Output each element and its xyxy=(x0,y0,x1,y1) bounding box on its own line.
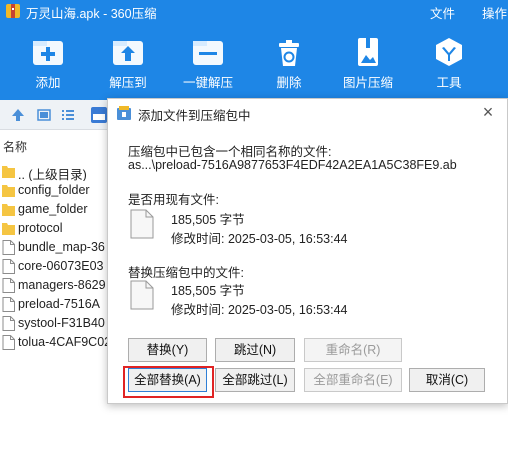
extract-to-button[interactable]: 解压到 xyxy=(88,32,168,92)
extract-to-icon xyxy=(113,41,143,65)
recycle-icon xyxy=(279,40,299,66)
list-item[interactable]: protocol xyxy=(0,219,112,238)
list-item[interactable]: bundle_map-36 xyxy=(0,238,112,257)
file-name: protocol xyxy=(18,221,63,235)
dialog-title-bar: 添加文件到压缩包中 × xyxy=(108,99,507,127)
image-compress-label: 图片压缩 xyxy=(342,76,393,90)
duplicate-file-path: as...\preload-7516A9877653F4EDF42A2EA1A5… xyxy=(128,158,457,172)
list-item[interactable]: tolua-4CAF9C02 xyxy=(0,333,112,352)
folder-icon xyxy=(2,202,15,217)
list-item[interactable]: config_folder xyxy=(0,181,112,200)
replace-file-label: 替换压缩包中的文件: xyxy=(128,266,244,280)
tools-button[interactable]: 工具 xyxy=(409,32,489,92)
file-icon xyxy=(2,297,15,312)
file-icon xyxy=(2,259,15,274)
replace-button[interactable]: 替换(Y) xyxy=(128,338,207,362)
one-click-extract-icon xyxy=(193,41,223,65)
apk-file-icon xyxy=(91,107,107,123)
list-item[interactable]: systool-F31B40 xyxy=(0,314,112,333)
dialog-title: 添加文件到压缩包中 xyxy=(138,109,251,123)
list-item[interactable]: .. (上级目录) xyxy=(0,162,112,181)
rename-button[interactable]: 重命名(R) xyxy=(304,338,402,362)
one-click-extract-button[interactable]: 一键解压 xyxy=(168,32,248,92)
replace-all-highlight xyxy=(123,366,214,398)
app-archive-icon xyxy=(6,4,20,18)
replace-file-time: 修改时间: 2025-03-05, 16:53:44 xyxy=(171,303,348,317)
file-name: preload-7516A xyxy=(18,297,101,311)
title-bar: 万灵山海.apk - 360压缩 文件 操作 xyxy=(0,0,508,22)
file-name: managers-8629 xyxy=(18,278,106,292)
tools-icon xyxy=(436,38,462,66)
file-icon xyxy=(2,278,15,293)
replace-file-dialog: 添加文件到压缩包中 × 压缩包中已包含一个相同名称的文件: as...\prel… xyxy=(107,98,508,404)
file-name: tolua-4CAF9C02 xyxy=(18,335,112,349)
replace-file-icon xyxy=(130,280,154,310)
replace-file-size: 185,505 字节 xyxy=(171,284,245,298)
list-view-icon[interactable] xyxy=(60,107,76,123)
close-icon[interactable]: × xyxy=(479,103,497,121)
menu-operate[interactable]: 操作 xyxy=(482,3,507,22)
column-header-name[interactable]: 名称 xyxy=(0,138,112,158)
file-name: systool-F31B40 xyxy=(18,316,105,330)
file-name: config_folder xyxy=(18,183,90,197)
skip-button[interactable]: 跳过(N) xyxy=(215,338,295,362)
existing-file-icon xyxy=(130,209,154,239)
list-item[interactable]: preload-7516A xyxy=(0,295,112,314)
skip-all-button[interactable]: 全部跳过(L) xyxy=(215,368,295,392)
image-compress-icon xyxy=(358,38,378,66)
cancel-button[interactable]: 取消(C) xyxy=(409,368,485,392)
existing-file-label: 是否用现有文件: xyxy=(128,193,219,207)
file-name: core-06073E03 xyxy=(18,259,104,273)
file-icon xyxy=(2,335,15,350)
folder-icon xyxy=(2,183,15,198)
one-click-extract-label: 一键解压 xyxy=(182,76,233,90)
window-title: 万灵山海.apk - 360压缩 xyxy=(26,7,157,21)
existing-file-time: 修改时间: 2025-03-05, 16:53:44 xyxy=(171,232,348,246)
file-name: bundle_map-36 xyxy=(18,240,105,254)
add-label: 添加 xyxy=(35,76,61,90)
list-item[interactable]: game_folder xyxy=(0,200,112,219)
file-name: .. (上级目录) xyxy=(18,168,87,181)
image-compress-button[interactable]: 图片压缩 xyxy=(328,32,408,92)
file-icon xyxy=(2,240,15,255)
existing-file-size: 185,505 字节 xyxy=(171,213,245,227)
thumbnail-view-icon[interactable] xyxy=(36,107,52,123)
tools-label: 工具 xyxy=(436,76,462,90)
rename-all-button[interactable]: 全部重命名(E) xyxy=(304,368,402,392)
menu-file[interactable]: 文件 xyxy=(430,3,455,22)
delete-label: 删除 xyxy=(276,76,302,90)
file-name: game_folder xyxy=(18,202,88,216)
list-item[interactable]: core-06073E03 xyxy=(0,257,112,276)
list-item[interactable]: managers-8629 xyxy=(0,276,112,295)
file-icon xyxy=(2,316,15,331)
folder-icon xyxy=(2,221,15,236)
add-button[interactable]: 添加 xyxy=(8,32,88,92)
extract-to-label: 解压到 xyxy=(109,76,147,90)
add-icon xyxy=(33,41,63,65)
up-arrow-icon[interactable] xyxy=(10,107,26,123)
dialog-archive-icon xyxy=(117,106,131,120)
folder-icon xyxy=(2,164,15,179)
delete-button[interactable]: 删除 xyxy=(249,32,329,92)
